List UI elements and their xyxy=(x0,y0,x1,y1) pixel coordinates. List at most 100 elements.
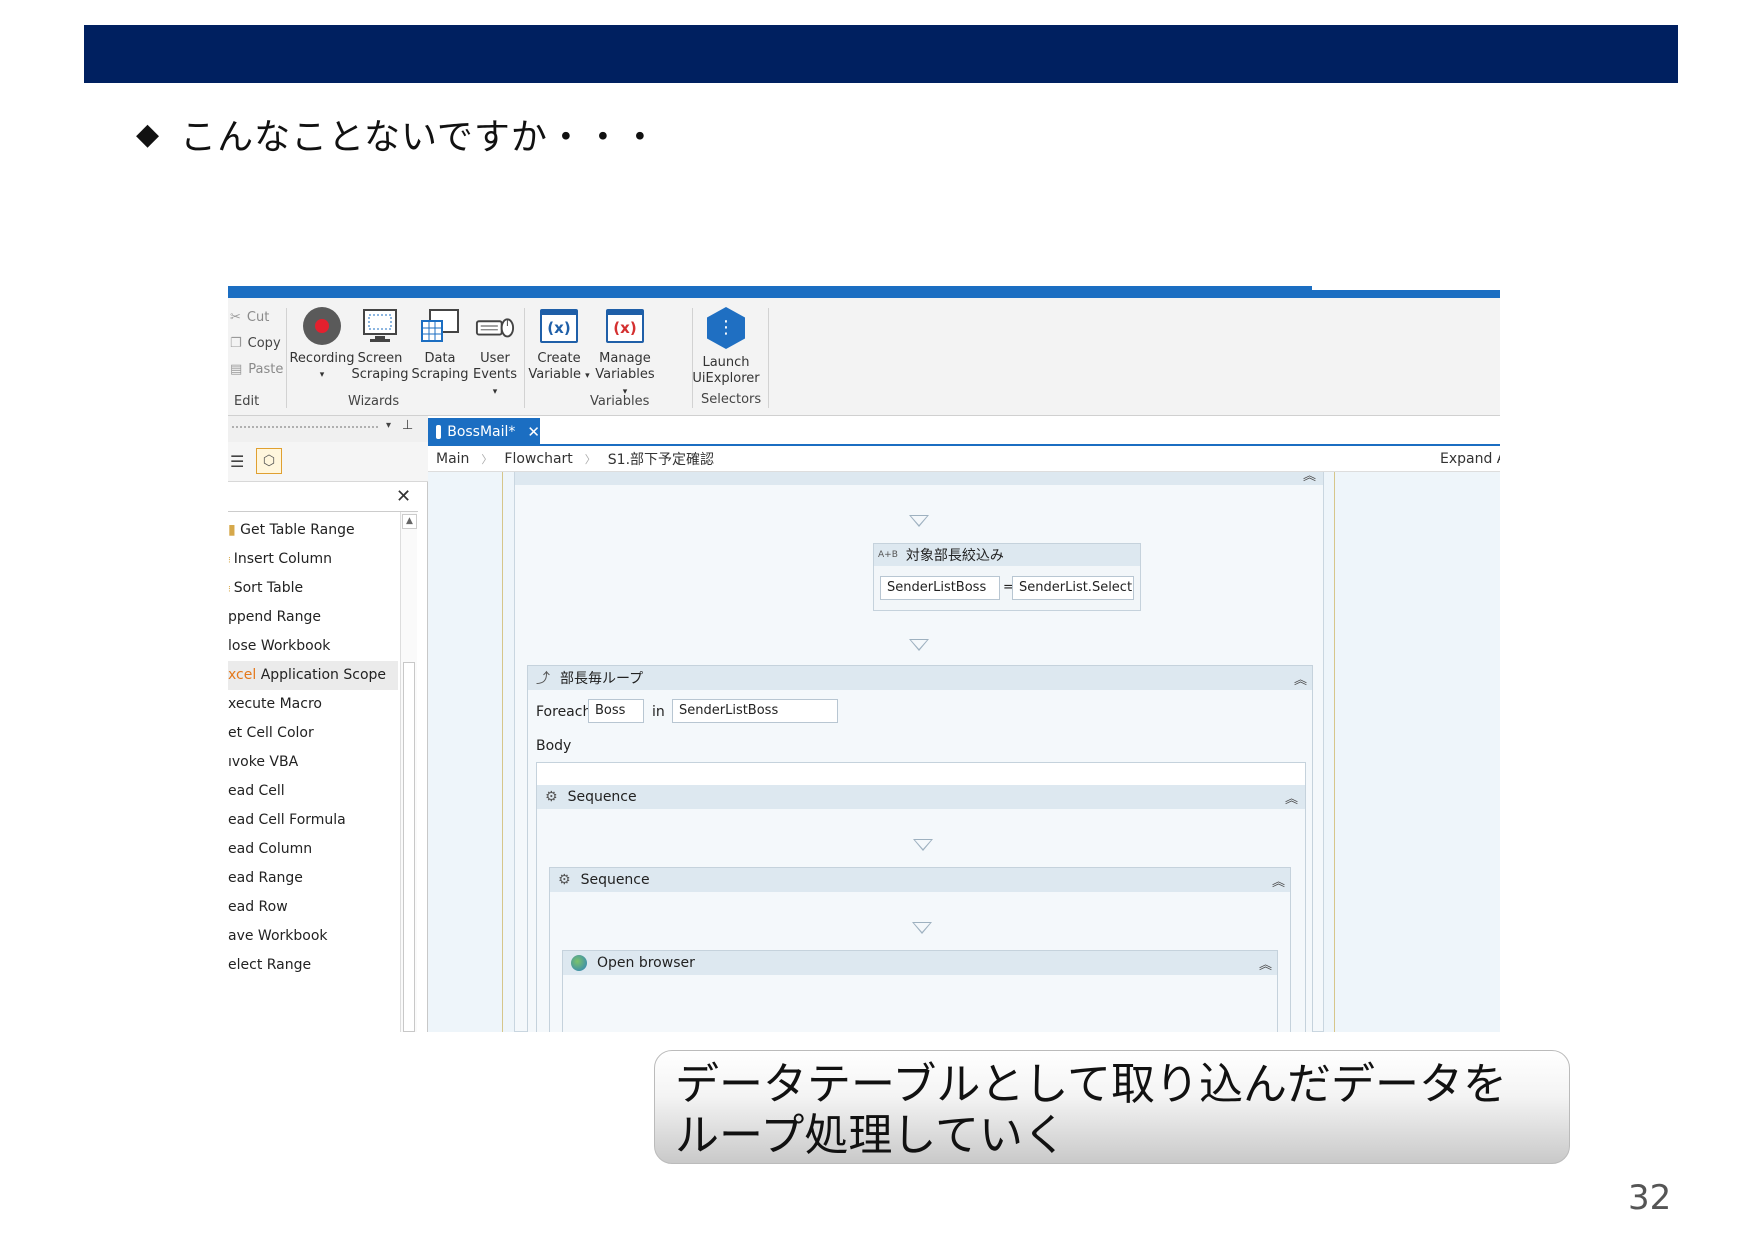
drop-target-icon[interactable] xyxy=(909,515,929,527)
launch-label-1: Launch xyxy=(702,355,750,370)
collapse-icon[interactable]: ︽ xyxy=(1303,472,1316,484)
list-item[interactable]: elect Range xyxy=(228,951,398,980)
copy-icon: ❐ xyxy=(230,336,242,351)
caption-line-1: データテーブルとして取り込んだデータを xyxy=(675,1059,1508,1110)
title-bar-strip xyxy=(228,286,1500,298)
foreach-header: ⤴ 部長毎ループ xyxy=(528,666,1312,690)
list-item[interactable]: lose Workbook xyxy=(228,632,398,661)
activities-panel-header: ▾ ⊥ xyxy=(228,416,428,442)
list-item[interactable]: et Cell Color xyxy=(228,719,398,748)
user-events-button[interactable]: User Events ▾ xyxy=(470,306,520,400)
list-item[interactable]: ave Workbook xyxy=(228,922,398,951)
activities-panel: ▾ ⊥ ☰ ⬡ ✕ ▮ Get Table Range ⁝ Insert Col… xyxy=(228,416,428,1032)
tab-label: BossMail* xyxy=(447,424,516,440)
list-item[interactable]: ⁝ Sort Table xyxy=(228,574,398,603)
flowchart-connector-line xyxy=(1334,472,1335,1032)
breadcrumb: Main 〉 Flowchart 〉 S1.部下予定確認 xyxy=(428,446,1500,472)
uiexplorer-icon: ⋮ xyxy=(707,307,745,349)
close-tab-icon[interactable]: ✕ xyxy=(527,423,540,441)
package-filter-icon[interactable]: ⬡ xyxy=(256,448,282,474)
page-number: 32 xyxy=(1628,1178,1672,1218)
panel-menu-arrow-icon[interactable]: ▾ xyxy=(386,420,391,431)
collapse-all-icon[interactable]: ☰ xyxy=(230,452,244,471)
breadcrumb-flowchart[interactable]: Flowchart xyxy=(504,451,572,467)
paste-label: Paste xyxy=(248,362,284,377)
inner-sequence-header: ⚙ Sequence xyxy=(550,868,1290,892)
inner-sequence-activity[interactable]: ⚙ Sequence ︽ Open browser ︽ xyxy=(549,867,1291,1032)
close-icon[interactable]: ✕ xyxy=(396,486,411,507)
drag-grip[interactable] xyxy=(232,426,378,430)
screen-scraping-button[interactable]: Screen Scraping xyxy=(350,306,410,383)
foreach-activity[interactable]: ⤴ 部長毎ループ ︽ Foreach Boss in SenderListBos… xyxy=(527,665,1313,1032)
slide-heading: ◆ こんなことないですか・・・ xyxy=(136,108,659,160)
list-item[interactable]: xecute Macro xyxy=(228,690,398,719)
create-variable-button[interactable]: (x) Create Variable ▾ xyxy=(528,306,590,384)
list-item[interactable]: ppend Range xyxy=(228,603,398,632)
slide-heading-text: こんなことないですか・・・ xyxy=(180,117,659,158)
create-variable-label-2: Variable ▾ xyxy=(528,367,590,382)
list-item-selected[interactable]: xcel Application Scope xyxy=(228,661,398,690)
manage-variables-label-1: Manage xyxy=(599,351,651,366)
scroll-up-icon[interactable]: ▲ xyxy=(402,514,417,529)
scroll-thumb[interactable] xyxy=(403,662,415,1032)
breadcrumb-current[interactable]: S1.部下予定確認 xyxy=(608,449,714,469)
sequence-title: Sequence xyxy=(567,789,637,805)
collapse-icon[interactable]: ︽ xyxy=(1294,669,1307,688)
drop-target-icon[interactable] xyxy=(912,922,932,934)
breadcrumb-main[interactable]: Main xyxy=(436,451,469,467)
drop-target-icon[interactable] xyxy=(913,839,933,851)
paste-icon: ▤ xyxy=(230,362,243,377)
list-item[interactable]: ead Cell xyxy=(228,777,398,806)
open-browser-title: Open browser xyxy=(597,955,695,971)
pin-icon[interactable]: ⊥ xyxy=(402,418,413,433)
recording-label: Recording xyxy=(289,351,355,366)
tab-bossmail[interactable]: BossMail* ✕ xyxy=(428,418,540,446)
list-item[interactable]: ead Cell Formula xyxy=(228,806,398,835)
ribbon-separator xyxy=(286,308,287,408)
collapse-icon[interactable]: ︽ xyxy=(1259,954,1272,973)
foreach-collection-field[interactable]: SenderListBoss xyxy=(672,699,838,723)
user-events-icon xyxy=(475,318,515,338)
expand-all-link[interactable]: Expand A xyxy=(1440,451,1500,467)
in-label: in xyxy=(652,704,665,720)
copy-button[interactable]: ❐ Copy xyxy=(230,336,281,351)
launch-uiexplorer-button[interactable]: ⋮ Launch UiExplorer xyxy=(692,306,760,387)
open-browser-activity[interactable]: Open browser ︽ xyxy=(562,950,1278,1032)
assign-icon: A+B xyxy=(878,550,898,560)
wizards-group-label: Wizards xyxy=(348,394,400,409)
collapse-icon[interactable]: ︽ xyxy=(1272,871,1285,890)
assign-value-field[interactable]: SenderList.Select(" xyxy=(1012,576,1134,600)
assign-to-field[interactable]: SenderListBoss xyxy=(880,576,1000,600)
list-item[interactable]: ıvoke VBA xyxy=(228,748,398,777)
list-item[interactable]: ead Range xyxy=(228,864,398,893)
ribbon-separator xyxy=(768,308,769,408)
screen-scraping-label-1: Screen xyxy=(357,351,403,366)
drop-target-icon[interactable] xyxy=(909,639,929,651)
sequence-header: ⚙ Sequence xyxy=(537,785,1305,809)
list-item[interactable]: ead Column xyxy=(228,835,398,864)
data-scraping-label-1: Data xyxy=(424,351,456,366)
collapse-icon[interactable]: ︽ xyxy=(1285,788,1298,807)
scissors-icon: ✂ xyxy=(230,310,241,325)
sequence-icon: ⚙ xyxy=(558,872,571,888)
sequence-icon: ⚙ xyxy=(545,789,558,805)
activities-scrollbar[interactable]: ▲ xyxy=(400,512,417,1032)
list-item[interactable]: ead Row xyxy=(228,893,398,922)
user-events-label-1: User xyxy=(480,351,510,366)
foreach-item-field[interactable]: Boss xyxy=(588,699,644,723)
list-item[interactable]: ⁝ Insert Column xyxy=(228,545,398,574)
cut-button[interactable]: ✂ Cut xyxy=(230,310,269,325)
ribbon-separator xyxy=(524,308,525,408)
body-label: Body xyxy=(536,738,572,754)
outer-sequence-header xyxy=(515,472,1323,485)
assign-activity[interactable]: A+B 対象部長絞込み SenderListBoss = SenderList.… xyxy=(873,543,1141,611)
recording-button[interactable]: Recording ▾ xyxy=(289,306,355,383)
activities-list: ▮ Get Table Range ⁝ Insert Column ⁝ Sort… xyxy=(228,516,398,980)
ribbon: ✂ Cut ❐ Copy ▤ Paste Edit Recording ▾ Sc… xyxy=(228,298,1500,416)
activities-search-input[interactable]: ✕ xyxy=(228,482,418,512)
manage-variables-button[interactable]: (x) Manage Variables ▾ xyxy=(592,306,658,400)
paste-button[interactable]: ▤ Paste xyxy=(230,362,283,377)
data-scraping-button[interactable]: Data Scraping xyxy=(410,306,470,383)
sequence-activity[interactable]: ⚙ Sequence ︽ ⚙ Sequence ︽ Open browser ︽ xyxy=(537,785,1305,1032)
list-item[interactable]: ▮ Get Table Range xyxy=(228,516,398,545)
